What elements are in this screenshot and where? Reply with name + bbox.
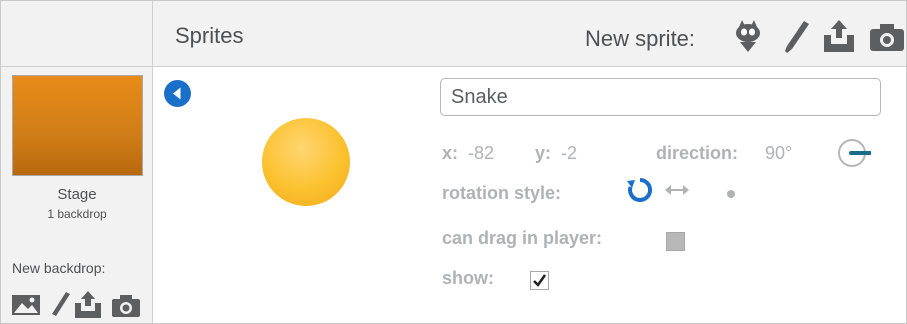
upload-icon[interactable] (821, 18, 857, 54)
dont-rotate-icon[interactable] (726, 186, 736, 204)
sprite-info-pane: x: -82 y: -2 direction: 90° rotation sty… (154, 68, 906, 323)
direction-dial-icon[interactable] (837, 136, 872, 170)
rotate-left-right-icon[interactable] (664, 181, 690, 204)
can-drag-label: can drag in player: (442, 228, 603, 248)
paint-brush-icon[interactable] (778, 18, 814, 54)
camera-icon[interactable] (869, 18, 905, 54)
direction-label: direction: (656, 143, 739, 163)
sprites-title: Sprites (175, 23, 244, 48)
stage-thumbnail[interactable] (12, 75, 143, 176)
can-drag-checkbox[interactable] (666, 232, 685, 251)
rotate-all-around-icon[interactable] (626, 176, 654, 209)
rotation-style-label: rotation style: (442, 183, 562, 203)
show-label: show: (442, 268, 494, 288)
new-backdrop-label: New backdrop: (12, 260, 106, 276)
stage-panel: Stage 1 backdrop New backdrop: (1, 67, 153, 323)
image-icon[interactable] (11, 289, 41, 319)
upload-icon[interactable] (73, 289, 103, 319)
sprites-header: Sprites New sprite: (153, 1, 906, 67)
camera-icon[interactable] (111, 289, 141, 319)
x-value: -82 (468, 143, 495, 163)
show-checkbox[interactable] (530, 271, 549, 290)
paint-brush-icon[interactable] (45, 289, 75, 319)
back-arrow-icon[interactable] (164, 80, 191, 107)
sprite-library-icon[interactable] (730, 18, 766, 54)
sprite-costume-preview (262, 118, 350, 206)
direction-value: 90° (765, 143, 793, 163)
y-value: -2 (561, 143, 578, 163)
new-sprite-label: New sprite: (585, 26, 696, 51)
y-label: y: (535, 143, 552, 163)
stage-label: Stage (57, 186, 97, 203)
sprite-name-input[interactable] (440, 78, 881, 116)
x-label: x: (442, 143, 459, 163)
stage-header (1, 1, 153, 67)
backdrop-count: 1 backdrop (47, 207, 107, 221)
